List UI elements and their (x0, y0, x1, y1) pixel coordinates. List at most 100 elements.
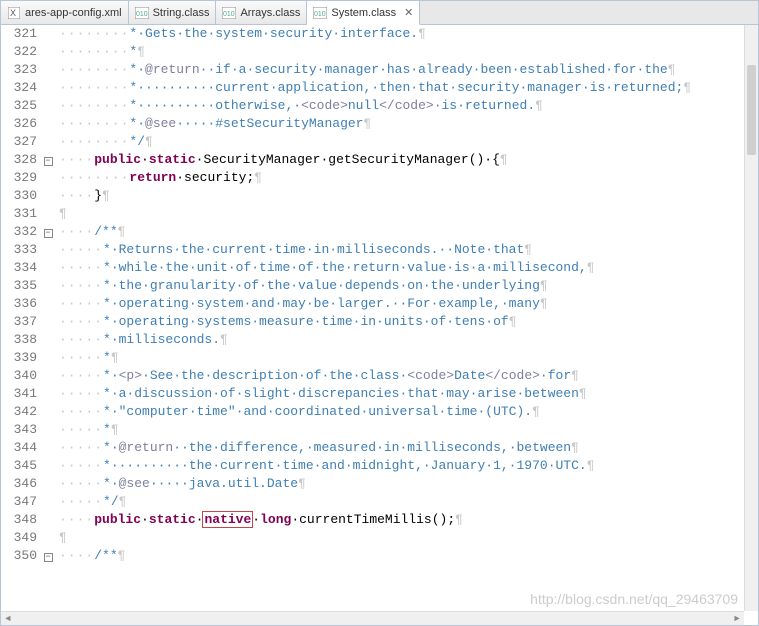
line-end-marker: ¶ (579, 386, 587, 401)
code-content[interactable]: ····/**¶ (55, 223, 125, 241)
code-line[interactable]: 328−····public·static·SecurityManager·ge… (1, 151, 744, 169)
whitespace: ····· (59, 368, 103, 383)
line-number: 341 (1, 385, 41, 403)
fold-minus-icon[interactable]: − (44, 553, 53, 562)
code-content[interactable]: ·····*·milliseconds.¶ (55, 331, 228, 349)
code-editor[interactable]: 321········*·Gets·the·system·security·in… (1, 25, 744, 611)
line-number: 327 (1, 133, 41, 151)
fold-minus-icon[interactable]: − (44, 229, 53, 238)
code-content[interactable]: ········*··········current·application,·… (55, 79, 691, 97)
code-content[interactable]: ·····*·a·discussion·of·slight·discrepanc… (55, 385, 587, 403)
svg-text:010: 010 (136, 11, 148, 18)
code-content[interactable]: ·····*·operating·system·and·may·be·large… (55, 295, 548, 313)
code-content[interactable]: ·····*/¶ (55, 493, 126, 511)
comment: *· (103, 440, 119, 455)
vertical-scroll-thumb[interactable] (747, 65, 756, 155)
code-content[interactable]: ·····*·operating·systems·measure·time·in… (55, 313, 517, 331)
code-line[interactable]: 331¶ (1, 205, 744, 223)
line-end-marker: ¶ (587, 260, 595, 275)
code-line[interactable]: 326········*·@see·····#setSecurityManage… (1, 115, 744, 133)
code-content[interactable]: ¶ (55, 529, 67, 547)
comment: *·"computer·time"·and·coordinated·univer… (103, 404, 532, 419)
fold-gutter[interactable]: − (41, 547, 55, 565)
code-token: · (141, 512, 149, 527)
editor-tab-0[interactable]: Xares-app-config.xml (1, 1, 129, 24)
fold-gutter (41, 259, 55, 277)
code-line[interactable]: 324········*··········current·applicatio… (1, 79, 744, 97)
comment: *· (103, 476, 119, 491)
code-content[interactable]: ·····*·the·granularity·of·the·value·depe… (55, 277, 548, 295)
code-line[interactable]: 336·····*·operating·system·and·may·be·la… (1, 295, 744, 313)
editor-tab-1[interactable]: 010String.class (129, 1, 217, 24)
code-line[interactable]: 343·····*¶ (1, 421, 744, 439)
editor-tab-3[interactable]: 010System.class✕ (307, 1, 420, 25)
code-token: · (141, 152, 149, 167)
line-number: 329 (1, 169, 41, 187)
scroll-right-arrow[interactable]: ► (730, 612, 744, 625)
code-line[interactable]: 321········*·Gets·the·system·security·in… (1, 25, 744, 43)
code-content[interactable]: ········*··········otherwise,·<code>null… (55, 97, 543, 115)
code-line[interactable]: 339·····*¶ (1, 349, 744, 367)
editor-tab-2[interactable]: 010Arrays.class (216, 1, 307, 24)
code-line[interactable]: 334·····*·while·the·unit·of·time·of·the·… (1, 259, 744, 277)
code-content[interactable]: ·····*¶ (55, 421, 119, 439)
line-number: 348 (1, 511, 41, 529)
code-content[interactable]: ····/**¶ (55, 547, 125, 565)
code-line[interactable]: 341 ·····*·a·discussion·of·slight·discrep… (1, 385, 744, 403)
code-line[interactable]: 340·····*·<p>·See·the·description·of·the… (1, 367, 744, 385)
code-line[interactable]: 346·····*·@see·····java.util.Date¶ (1, 475, 744, 493)
horizontal-scrollbar[interactable]: ◄ ► (1, 611, 744, 625)
code-content[interactable]: ·····*·"computer·time"·and·coordinated·u… (55, 403, 540, 421)
code-line[interactable]: 330····}¶ (1, 187, 744, 205)
code-line[interactable]: 348 ····public·static·native·long·current… (1, 511, 744, 529)
code-line[interactable]: 327 ········*/¶ (1, 133, 744, 151)
code-content[interactable]: ·····*·Returns·the·current·time·in·milli… (55, 241, 532, 259)
code-content[interactable]: ····public·static·SecurityManager·getSec… (55, 151, 508, 169)
code-line[interactable]: 345·····*··········the·current·time·and·… (1, 457, 744, 475)
scroll-left-arrow[interactable]: ◄ (1, 612, 15, 625)
code-line[interactable]: 347·····*/¶ (1, 493, 744, 511)
code-content[interactable]: ········*·Gets·the·system·security·inter… (55, 25, 426, 43)
code-line[interactable]: 337·····*·operating·systems·measure·time… (1, 313, 744, 331)
code-content[interactable]: ·····*¶ (55, 349, 119, 367)
code-content[interactable]: ········*·@see·····#setSecurityManager¶ (55, 115, 371, 133)
html-tag: </code> (379, 98, 434, 113)
code-line[interactable]: 349¶ (1, 529, 744, 547)
code-content[interactable]: ····public·static·native·long·currentTim… (55, 511, 463, 529)
code-line[interactable]: 335·····*·the·granularity·of·the·value·d… (1, 277, 744, 295)
code-line[interactable]: 329 ········return·security;¶ (1, 169, 744, 187)
whitespace: ····· (59, 350, 103, 365)
code-content[interactable]: ········*·@return··if·a·security·manager… (55, 61, 676, 79)
code-line[interactable]: 332−····/**¶ (1, 223, 744, 241)
code-line[interactable]: 344·····*·@return··the·difference,·measu… (1, 439, 744, 457)
code-content[interactable]: ·····*·<p>·See·the·description·of·the·cl… (55, 367, 579, 385)
code-content[interactable]: ·····*·@see·····java.util.Date¶ (55, 475, 306, 493)
code-content[interactable]: ········*/¶ (55, 133, 153, 151)
code-line[interactable]: 333·····*·Returns·the·current·time·in·mi… (1, 241, 744, 259)
fold-gutter (41, 313, 55, 331)
line-end-marker: ¶ (119, 494, 127, 509)
code-content[interactable]: ·····*·@return··the·difference,·measured… (55, 439, 579, 457)
code-content[interactable]: ¶ (55, 205, 67, 223)
editor-tab-bar: Xares-app-config.xml010String.class010Ar… (1, 1, 758, 25)
code-line[interactable]: 323········*·@return··if·a·security·mana… (1, 61, 744, 79)
code-line[interactable]: 342·····*·"computer·time"·and·coordinate… (1, 403, 744, 421)
fold-minus-icon[interactable]: − (44, 157, 53, 166)
fold-gutter[interactable]: − (41, 151, 55, 169)
code-line[interactable]: 322········*¶ (1, 43, 744, 61)
vertical-scrollbar[interactable] (744, 25, 758, 611)
code-content[interactable]: ·····*·while·the·unit·of·time·of·the·ret… (55, 259, 595, 277)
code-content[interactable]: ····}¶ (55, 187, 110, 205)
line-end-marker: ¶ (571, 368, 579, 383)
fold-gutter[interactable]: − (41, 223, 55, 241)
line-end-marker: ¶ (532, 404, 540, 419)
code-line[interactable]: 338·····*·milliseconds.¶ (1, 331, 744, 349)
whitespace: ········ (59, 134, 129, 149)
code-content[interactable]: ········*¶ (55, 43, 145, 61)
code-content[interactable]: ········return·security;¶ (55, 169, 262, 187)
comment: *·the·granularity·of·the·value·depends·o… (103, 278, 540, 293)
code-line[interactable]: 325········*··········otherwise,·<code>n… (1, 97, 744, 115)
code-line[interactable]: 350−····/**¶ (1, 547, 744, 565)
code-content[interactable]: ·····*··········the·current·time·and·mid… (55, 457, 595, 475)
close-icon[interactable]: ✕ (404, 6, 413, 19)
